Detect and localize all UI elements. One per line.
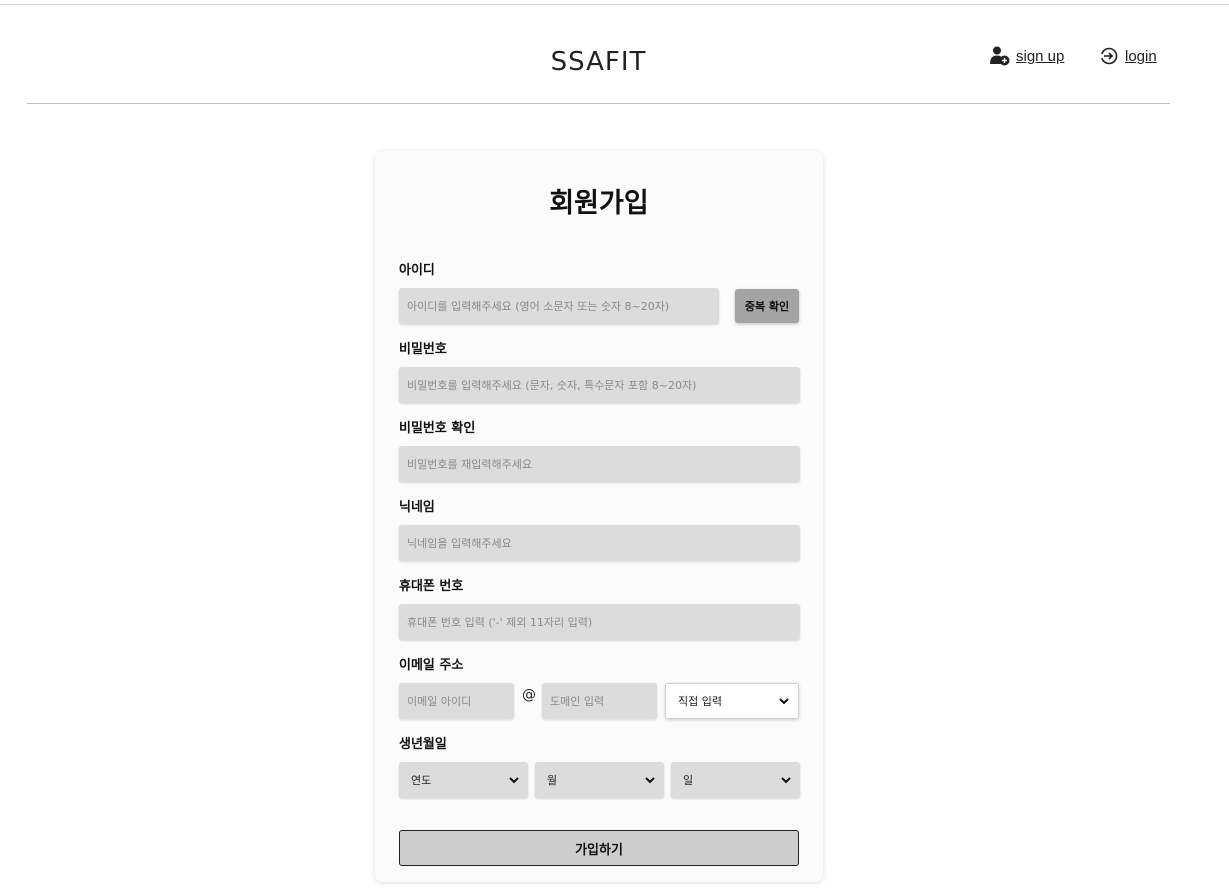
id-label: 아이디 [399,263,435,278]
birth-label: 생년월일 [399,737,447,752]
birth-day-select-value: 일 [683,774,694,787]
signup-link-label[interactable]: sign up [1016,48,1064,65]
email-domain-select[interactable]: 직접 입력 [665,683,799,719]
signup-form-card: 회원가입 아이디 중복 확인 비밀번호 비밀번호 확인 닉네임 휴대폰 번호 이… [375,151,823,882]
password-label: 비밀번호 [399,342,447,357]
password-confirm-label: 비밀번호 확인 [399,421,476,436]
login-icon [1098,45,1120,67]
nickname-label: 닉네임 [399,500,435,515]
birth-month-select-value: 월 [547,774,558,787]
password-input[interactable] [399,367,800,403]
chevron-down-icon [780,774,792,786]
id-input[interactable] [399,288,719,324]
login-link-label[interactable]: login [1125,48,1157,65]
phone-label: 휴대폰 번호 [399,579,464,594]
chevron-down-icon [778,695,790,707]
nickname-input[interactable] [399,525,800,561]
chevron-down-icon [644,774,656,786]
id-duplicate-check-button[interactable]: 중복 확인 [735,289,799,323]
email-id-input[interactable] [399,683,514,719]
phone-input[interactable] [399,604,800,640]
email-domain-select-value: 직접 입력 [678,695,722,708]
birth-day-select[interactable]: 일 [671,762,800,798]
birth-year-select-value: 연도 [411,774,432,787]
email-at-sign: @ [522,687,536,703]
signup-submit-button[interactable]: 가입하기 [399,830,799,866]
email-label: 이메일 주소 [399,658,464,673]
signup-link[interactable]: sign up [989,45,1064,67]
birth-year-select[interactable]: 연도 [399,762,528,798]
login-link[interactable]: login [1098,45,1157,67]
birth-month-select[interactable]: 월 [535,762,664,798]
form-title: 회원가입 [549,188,649,219]
add-user-icon [989,45,1011,67]
site-header: SSAFIT sign up login [27,5,1170,104]
chevron-down-icon [508,774,520,786]
email-domain-input[interactable] [542,683,657,719]
password-confirm-input[interactable] [399,446,800,482]
